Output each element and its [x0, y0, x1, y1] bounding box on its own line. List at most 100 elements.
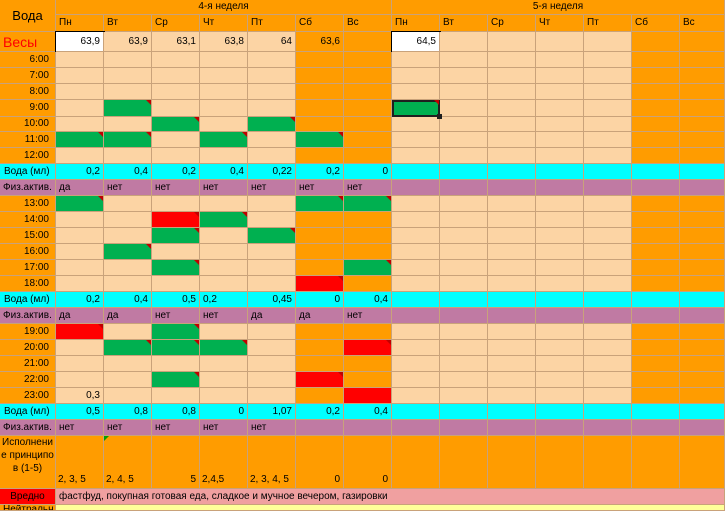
water-cell[interactable]: 0 — [344, 164, 392, 180]
schedule-cell[interactable] — [344, 52, 392, 68]
schedule-cell[interactable] — [632, 68, 680, 84]
schedule-cell[interactable] — [104, 132, 152, 148]
schedule-cell[interactable] — [248, 132, 296, 148]
weight-cell[interactable]: 63,9 — [104, 32, 152, 52]
schedule-cell[interactable] — [200, 356, 248, 372]
schedule-cell[interactable] — [296, 132, 344, 148]
schedule-cell[interactable] — [536, 52, 584, 68]
schedule-cell[interactable] — [632, 100, 680, 117]
activity-cell[interactable]: нет — [296, 180, 344, 196]
neutral-text-cell[interactable] — [56, 505, 725, 511]
schedule-cell[interactable] — [296, 228, 344, 244]
weight-cell[interactable] — [584, 32, 632, 52]
schedule-cell[interactable] — [632, 117, 680, 132]
fulfillment-cell[interactable]: 5 — [152, 436, 200, 489]
schedule-cell[interactable] — [296, 212, 344, 228]
water-cell[interactable]: 0,4 — [104, 292, 152, 308]
schedule-cell[interactable] — [248, 68, 296, 84]
activity-cell[interactable] — [680, 308, 725, 324]
weight-cell[interactable] — [680, 32, 725, 52]
activity-cell[interactable]: нет — [56, 420, 104, 436]
schedule-cell[interactable] — [248, 52, 296, 68]
schedule-cell[interactable] — [632, 52, 680, 68]
schedule-cell[interactable] — [104, 212, 152, 228]
water-cell[interactable]: 0,2 — [56, 164, 104, 180]
water-cell[interactable] — [680, 164, 725, 180]
schedule-cell[interactable] — [152, 260, 200, 276]
schedule-cell[interactable] — [536, 356, 584, 372]
schedule-cell[interactable]: 0,3 — [56, 388, 104, 404]
water-cell[interactable]: 0,22 — [248, 164, 296, 180]
harmful-text-cell[interactable]: фастфуд, покупная готовая еда, сладкое и… — [56, 489, 725, 505]
schedule-cell[interactable] — [296, 196, 344, 212]
day-header[interactable]: Вс — [344, 15, 392, 32]
water-cell[interactable] — [584, 292, 632, 308]
schedule-cell[interactable] — [296, 372, 344, 388]
water-cell[interactable] — [488, 404, 536, 420]
week-4-header[interactable]: 4-я неделя — [56, 0, 392, 15]
schedule-cell[interactable] — [488, 148, 536, 164]
schedule-cell[interactable] — [152, 196, 200, 212]
schedule-cell[interactable] — [104, 117, 152, 132]
schedule-cell[interactable] — [536, 340, 584, 356]
day-header[interactable]: Чт — [200, 15, 248, 32]
activity-cell[interactable]: нет — [152, 180, 200, 196]
schedule-cell[interactable] — [344, 340, 392, 356]
schedule-cell[interactable] — [536, 244, 584, 260]
schedule-cell[interactable] — [680, 356, 725, 372]
weight-cell[interactable]: 63,8 — [200, 32, 248, 52]
activity-cell[interactable] — [488, 420, 536, 436]
schedule-cell[interactable] — [344, 84, 392, 100]
weight-cell[interactable]: 63,1 — [152, 32, 200, 52]
activity-cell[interactable] — [392, 420, 440, 436]
schedule-cell[interactable] — [536, 68, 584, 84]
schedule-cell[interactable] — [152, 52, 200, 68]
schedule-cell[interactable] — [392, 117, 440, 132]
schedule-cell[interactable] — [536, 100, 584, 117]
schedule-cell[interactable] — [488, 68, 536, 84]
schedule-cell[interactable] — [488, 84, 536, 100]
fulfillment-cell[interactable] — [488, 436, 536, 489]
schedule-cell[interactable] — [152, 244, 200, 260]
day-header[interactable]: Ср — [152, 15, 200, 32]
schedule-cell[interactable] — [584, 196, 632, 212]
schedule-cell[interactable] — [296, 68, 344, 84]
schedule-cell[interactable] — [152, 276, 200, 292]
schedule-cell[interactable] — [104, 324, 152, 340]
fulfillment-cell[interactable] — [440, 436, 488, 489]
schedule-cell[interactable] — [152, 372, 200, 388]
schedule-cell[interactable] — [104, 100, 152, 117]
schedule-cell[interactable] — [104, 196, 152, 212]
schedule-cell[interactable] — [152, 148, 200, 164]
schedule-cell[interactable] — [104, 68, 152, 84]
schedule-cell[interactable] — [392, 196, 440, 212]
water-cell[interactable] — [584, 164, 632, 180]
schedule-cell[interactable] — [344, 228, 392, 244]
schedule-cell[interactable] — [584, 52, 632, 68]
schedule-cell[interactable] — [440, 228, 488, 244]
weight-cell[interactable]: 64,5 — [391, 31, 441, 53]
water-cell[interactable] — [680, 292, 725, 308]
fulfillment-cell[interactable] — [680, 436, 725, 489]
schedule-cell[interactable] — [680, 84, 725, 100]
schedule-cell[interactable] — [56, 196, 104, 212]
activity-cell[interactable] — [392, 308, 440, 324]
schedule-cell[interactable] — [584, 68, 632, 84]
schedule-cell[interactable] — [392, 260, 440, 276]
schedule-cell[interactable] — [56, 244, 104, 260]
water-cell[interactable] — [632, 292, 680, 308]
weight-cell[interactable] — [632, 32, 680, 52]
schedule-cell[interactable] — [584, 84, 632, 100]
schedule-cell[interactable] — [152, 100, 200, 117]
schedule-cell[interactable] — [152, 117, 200, 132]
schedule-cell[interactable] — [104, 84, 152, 100]
water-cell[interactable]: 0,2 — [296, 404, 344, 420]
schedule-cell[interactable] — [56, 68, 104, 84]
fulfillment-cell[interactable]: 2, 4, 5 — [104, 436, 152, 489]
schedule-cell[interactable] — [344, 356, 392, 372]
weight-cell[interactable] — [440, 32, 488, 52]
schedule-cell[interactable] — [344, 260, 392, 276]
schedule-cell[interactable] — [104, 228, 152, 244]
schedule-cell[interactable] — [536, 148, 584, 164]
schedule-cell[interactable] — [536, 228, 584, 244]
